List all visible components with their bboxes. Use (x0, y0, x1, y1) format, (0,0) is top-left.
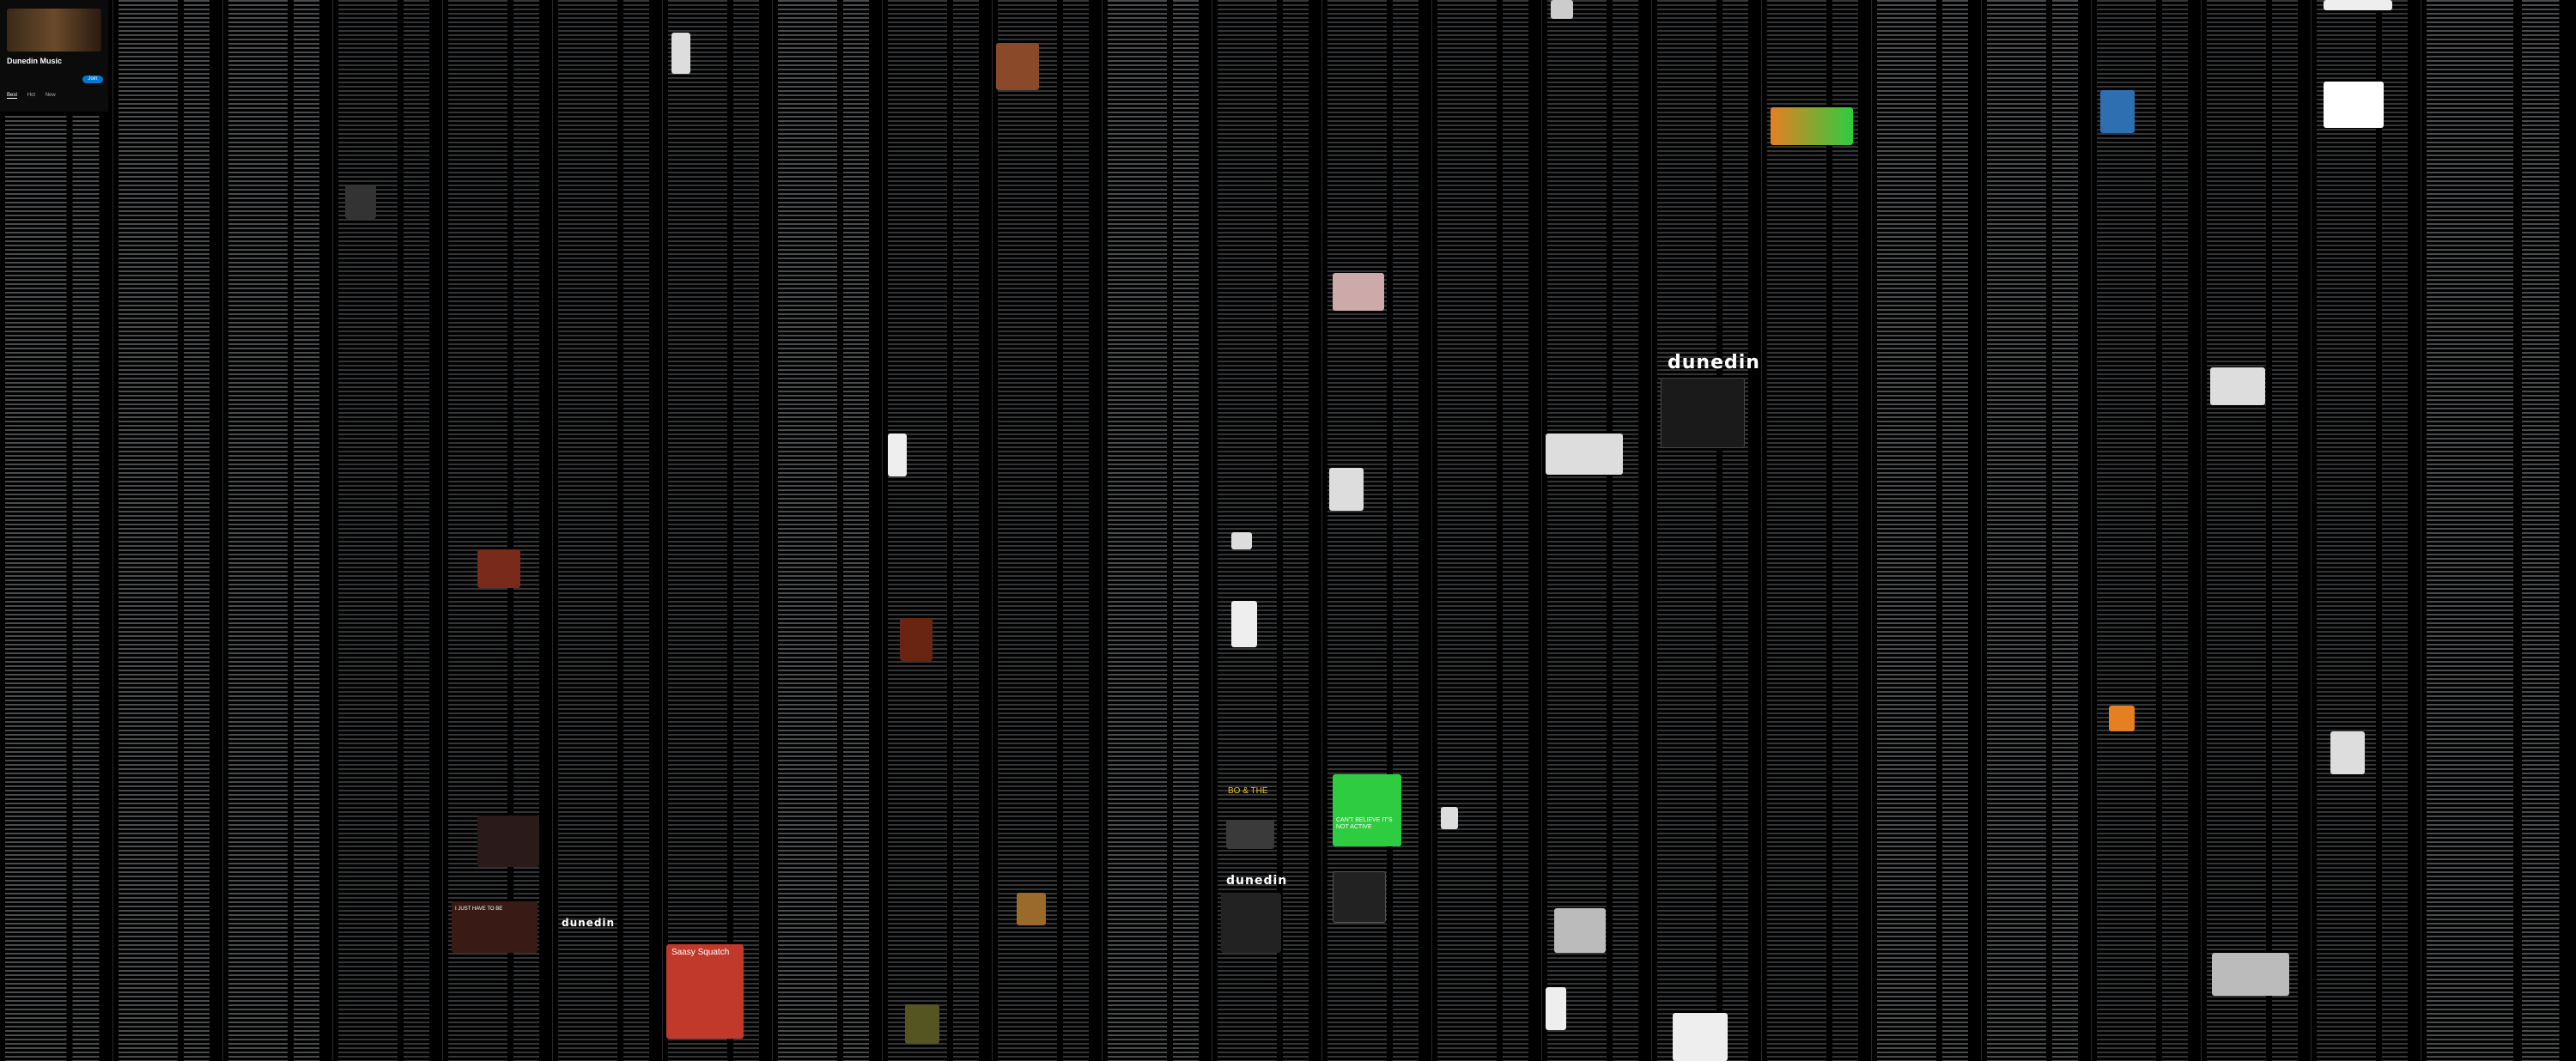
post-image[interactable] (1661, 378, 1745, 448)
comment-thread (1547, 0, 1646, 1061)
column-1: Dunedin Music Join Best Hot New (0, 0, 113, 1061)
column-23 (2421, 0, 2576, 1061)
column-17 (1762, 0, 1872, 1061)
post-image[interactable] (2324, 0, 2392, 10)
column-15 (1542, 0, 1652, 1061)
tab-best[interactable]: Best (7, 93, 18, 99)
column-9 (883, 0, 993, 1061)
post-image[interactable] (1226, 820, 1274, 849)
column-2 (113, 0, 223, 1061)
post-image[interactable] (1333, 273, 1384, 311)
column-14 (1432, 0, 1542, 1061)
comment-thread (998, 0, 1097, 1061)
comment-thread (1767, 0, 1866, 1061)
post-image[interactable] (900, 618, 933, 661)
post-image[interactable] (1546, 433, 1623, 475)
green-card-caption: CAN'T BELIEVE IT'S NOT ACTIVE (1336, 817, 1393, 830)
tab-new[interactable]: New (46, 93, 56, 98)
comment-thread (2207, 0, 2306, 1061)
dunedin-logo-small: dunedin (562, 917, 616, 929)
subreddit-header: Dunedin Music Join Best Hot New (0, 0, 108, 112)
post-image[interactable] (2210, 367, 2265, 405)
comment-thread (1987, 0, 2086, 1061)
band-caption: I JUST HAVE TO BE (455, 906, 503, 912)
sassy-squatch-title: Saasy Squatch (671, 948, 730, 957)
comment-thread (2427, 0, 2571, 1061)
column-4 (333, 0, 443, 1061)
column-10 (993, 0, 1103, 1061)
column-18 (1872, 0, 1982, 1061)
column-13: CAN'T BELIEVE IT'S NOT ACTIVE (1322, 0, 1432, 1061)
subreddit-banner (7, 9, 101, 52)
comment-thread (1877, 0, 1976, 1061)
post-image[interactable] (345, 185, 376, 219)
post-image[interactable] (1231, 601, 1257, 647)
post-image[interactable] (2100, 90, 2135, 133)
sort-tabs: Best Hot New (7, 93, 64, 99)
post-image[interactable] (1554, 908, 1606, 953)
column-3 (223, 0, 333, 1061)
green-card[interactable]: CAN'T BELIEVE IT'S NOT ACTIVE (1333, 774, 1401, 846)
column-19 (1982, 0, 2092, 1061)
post-image[interactable] (671, 33, 690, 74)
column-8 (773, 0, 883, 1061)
column-21 (2202, 0, 2312, 1061)
column-22 (2312, 0, 2421, 1061)
sassy-squatch-card[interactable]: Saasy Squatch (666, 944, 744, 1039)
post-image[interactable] (1221, 893, 1281, 953)
comment-thread (118, 0, 217, 1061)
column-12: BO & THE dunedin (1212, 0, 1322, 1061)
post-image[interactable] (2212, 953, 2289, 996)
column-5: I JUST HAVE TO BE (443, 0, 553, 1061)
comment-thread (2317, 0, 2415, 1061)
post-image[interactable] (1546, 987, 1566, 1030)
column-11 (1103, 0, 1212, 1061)
post-image[interactable] (1231, 532, 1252, 549)
subreddit-title: Dunedin Music (7, 57, 63, 65)
post-image[interactable] (1441, 807, 1458, 829)
post-image[interactable] (1333, 871, 1386, 923)
post-image[interactable] (2324, 82, 2384, 128)
post-image[interactable] (996, 43, 1039, 90)
post-image[interactable] (477, 815, 539, 867)
post-image[interactable] (1551, 0, 1573, 19)
post-image[interactable] (477, 549, 520, 588)
comment-thread (2097, 0, 2196, 1061)
bo-caption: BO & THE (1228, 786, 1268, 796)
column-20 (2092, 0, 2202, 1061)
comment-thread (778, 0, 877, 1061)
comment-thread (888, 0, 987, 1061)
post-image[interactable] (888, 433, 907, 476)
comment-thread (1657, 0, 1756, 1061)
post-image[interactable] (2330, 731, 2365, 774)
comment-thread (338, 0, 437, 1061)
post-image[interactable] (2109, 706, 2135, 731)
post-image[interactable] (1771, 107, 1853, 145)
post-image[interactable] (905, 1004, 939, 1044)
post-image[interactable] (1329, 468, 1364, 511)
column-7: Saasy Squatch (663, 0, 773, 1061)
comment-thread (5, 116, 107, 1061)
post-image[interactable] (1017, 893, 1046, 925)
column-6: dunedin (553, 0, 663, 1061)
dunedin-logo-medium: dunedin (1226, 874, 1288, 888)
column-16: dunedin (1652, 0, 1762, 1061)
post-image[interactable] (1673, 1013, 1728, 1061)
dunedin-logo-large: dunedin (1668, 352, 1760, 373)
comment-thread (228, 0, 327, 1061)
comment-thread (1437, 0, 1536, 1061)
comment-thread (668, 0, 767, 1061)
comment-thread (1108, 0, 1206, 1061)
comment-thread (558, 0, 657, 1061)
join-button[interactable]: Join (82, 76, 103, 83)
tab-hot[interactable]: Hot (27, 93, 35, 98)
